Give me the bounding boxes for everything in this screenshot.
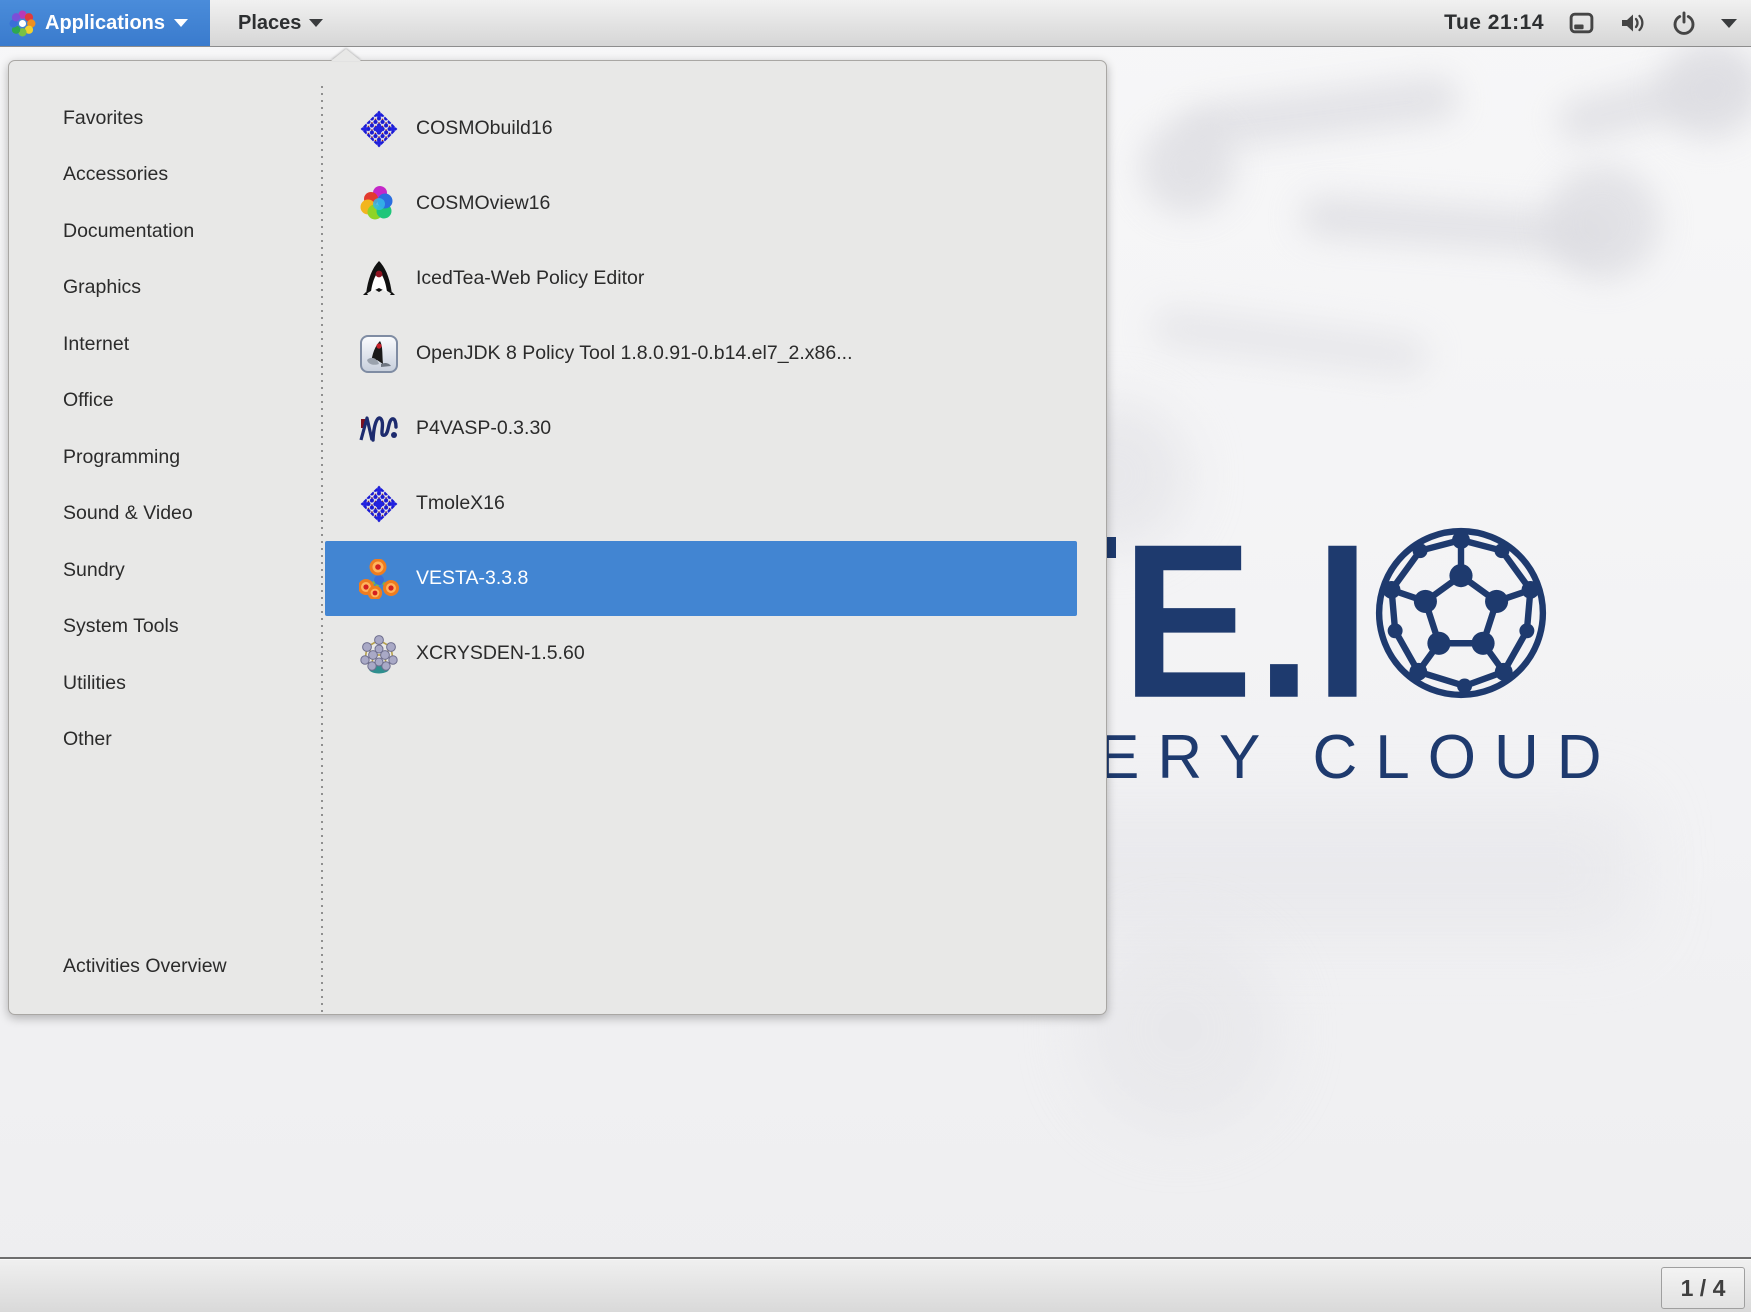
app-label: XCRYSDEN-1.5.60 [416, 642, 585, 665]
applications-menu-panel: Favorites Accessories Documentation Grap… [8, 60, 1107, 1015]
menu-notch [331, 49, 361, 61]
category-item[interactable]: Office [9, 373, 321, 430]
category-item[interactable]: Documentation [9, 203, 321, 260]
app-row[interactable]: OpenJDK 8 Policy Tool 1.8.0.91-0.b14.el7… [325, 316, 1077, 391]
tmolex-icon [359, 484, 399, 524]
category-item[interactable]: Accessories [9, 147, 321, 204]
category-item[interactable]: System Tools [9, 599, 321, 656]
category-item[interactable]: Programming [9, 429, 321, 486]
applications-menu-button[interactable]: Applications [0, 0, 210, 46]
category-item[interactable]: Internet [9, 316, 321, 373]
workspace-indicator[interactable]: 1 / 4 [1661, 1267, 1745, 1309]
p4vasp-icon [359, 409, 399, 449]
wallpaper-blur-shape [1148, 303, 1431, 381]
clock[interactable]: Tue 21:14 [1444, 11, 1544, 35]
app-list: COSMObuild16 COSMOview16 IcedTea-Web Pol… [325, 91, 1077, 691]
app-label: OpenJDK 8 Policy Tool 1.8.0.91-0.b14.el7… [416, 342, 853, 365]
app-label: TmoleX16 [416, 492, 505, 515]
vesta-icon [359, 559, 399, 599]
desktop-logo-text-top: E.I [1122, 512, 1374, 732]
status-area: Tue 21:14 [1444, 0, 1751, 46]
chevron-down-icon [174, 19, 188, 27]
wallpaper-blur-shape [1660, 40, 1751, 140]
desktop-logo-text-bottom: ERY CLOUD [1098, 727, 1620, 789]
screen-icon[interactable] [1568, 10, 1595, 37]
category-item[interactable]: Graphics [9, 260, 321, 317]
app-row[interactable]: P4VASP-0.3.30 [325, 391, 1077, 466]
places-menu-button[interactable]: Places [210, 0, 341, 46]
app-label: IcedTea-Web Policy Editor [416, 267, 644, 290]
applications-label: Applications [45, 12, 165, 35]
activities-overview-button[interactable]: Activities Overview [63, 951, 227, 981]
app-row[interactable]: XCRYSDEN-1.5.60 [325, 616, 1077, 691]
category-item[interactable]: Other [9, 712, 321, 769]
app-row[interactable]: VESTA-3.3.8 [325, 541, 1077, 616]
app-row[interactable]: COSMOview16 [325, 166, 1077, 241]
category-item[interactable]: Favorites [9, 90, 321, 147]
cosmobuild-icon [359, 109, 399, 149]
chevron-down-icon [309, 19, 323, 27]
xcrysden-icon [359, 634, 399, 674]
places-label: Places [238, 12, 301, 35]
volume-icon[interactable] [1619, 10, 1647, 36]
fullerene-logo-icon [1372, 524, 1550, 702]
icedtea-icon [359, 259, 399, 299]
app-label: COSMOview16 [416, 192, 550, 215]
category-item[interactable]: Utilities [9, 655, 321, 712]
app-row[interactable]: TmoleX16 [325, 466, 1077, 541]
app-row[interactable]: IcedTea-Web Policy Editor [325, 241, 1077, 316]
app-label: COSMObuild16 [416, 117, 553, 140]
bottom-bar: 1 / 4 [0, 1257, 1751, 1312]
category-list: Favorites Accessories Documentation Grap… [9, 90, 321, 768]
menu-separator [321, 86, 323, 1016]
desktop: E.I [0, 0, 1751, 1312]
cosmoview-icon [359, 184, 399, 224]
app-label: P4VASP-0.3.30 [416, 417, 551, 440]
wallpaper-blur-shape [1020, 800, 1640, 940]
wallpaper-blur-shape [1140, 120, 1235, 215]
category-item[interactable]: Sundry [9, 542, 321, 599]
category-item[interactable]: Sound & Video [9, 486, 321, 543]
applications-icon [9, 10, 36, 37]
wallpaper-blur-shape [1080, 930, 1280, 1130]
power-icon[interactable] [1671, 10, 1697, 36]
chevron-down-icon[interactable] [1721, 19, 1737, 28]
app-row[interactable]: COSMObuild16 [325, 91, 1077, 166]
wallpaper-blur-shape [1545, 165, 1660, 280]
openjdk-icon [359, 334, 399, 374]
app-label: VESTA-3.3.8 [416, 567, 528, 590]
top-bar: Applications Places Tue 21:14 [0, 0, 1751, 47]
